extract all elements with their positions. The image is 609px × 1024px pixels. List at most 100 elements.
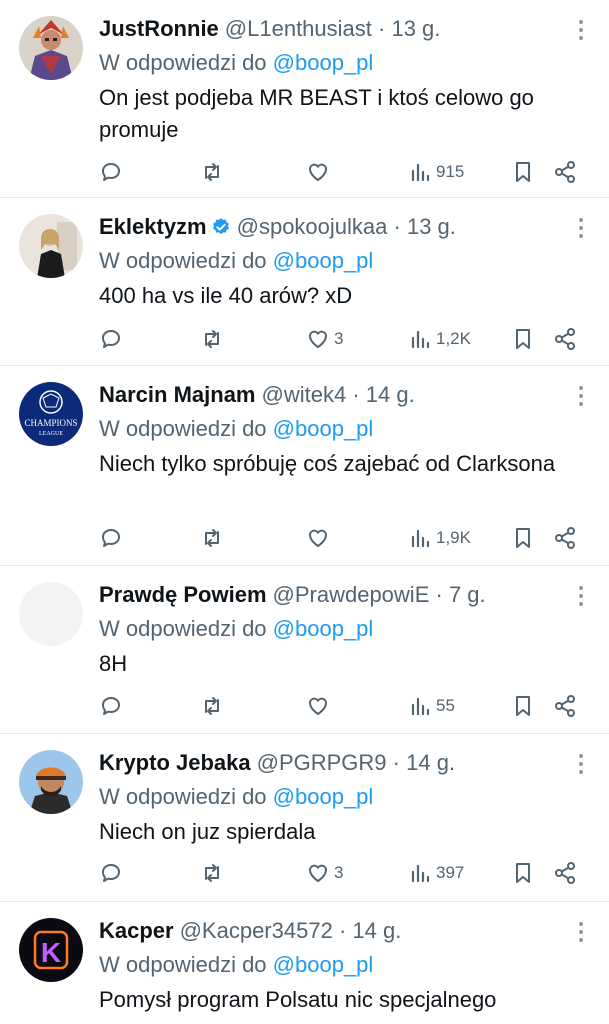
tweet-body: Narcin Majnam @witek4 · 14 g. W odpowiedz… xyxy=(99,378,559,480)
display-name[interactable]: Eklektyzm xyxy=(99,214,207,239)
retweet-button[interactable] xyxy=(200,523,228,553)
mention-link[interactable]: @boop_pl xyxy=(273,248,374,273)
display-name[interactable]: Narcin Majnam xyxy=(99,382,256,407)
bookmark-icon xyxy=(516,528,530,548)
views-chart-icon xyxy=(411,330,430,349)
avatar[interactable] xyxy=(19,16,83,80)
views-button[interactable]: 1,2K xyxy=(408,324,471,354)
user-handle[interactable]: @PrawdepowiE xyxy=(273,582,430,607)
champions-league-logo-avatar-icon: CHAMPIONS LEAGUE xyxy=(19,382,83,446)
timestamp[interactable]: 14 g. xyxy=(406,750,455,775)
mention-link[interactable]: @boop_pl xyxy=(273,784,374,809)
avatar[interactable] xyxy=(19,582,83,646)
tweet-text: 400 ha vs ile 40 arów? xD xyxy=(99,283,353,308)
user-handle[interactable]: @Kacper34572 xyxy=(180,918,333,943)
bookmark-button[interactable] xyxy=(511,858,535,888)
views-button[interactable]: 1,9K xyxy=(408,523,471,553)
display-name[interactable]: Kacper xyxy=(99,918,174,943)
reply-button[interactable] xyxy=(99,858,127,888)
share-button[interactable] xyxy=(553,324,577,354)
view-count: 397 xyxy=(436,863,465,882)
share-button[interactable] xyxy=(553,858,577,888)
avatar-text-league: LEAGUE xyxy=(39,431,63,437)
timestamp[interactable]: 13 g. xyxy=(407,214,456,239)
blank-avatar-icon xyxy=(19,582,83,646)
share-button[interactable] xyxy=(553,523,577,553)
views-button[interactable]: 55 xyxy=(408,691,455,721)
user-handle[interactable]: @PGRPGR9 xyxy=(257,750,387,775)
views-button[interactable]: 397 xyxy=(408,858,464,888)
avatar[interactable] xyxy=(19,750,83,814)
avatar[interactable] xyxy=(19,214,83,278)
share-button[interactable] xyxy=(553,157,577,187)
like-button[interactable] xyxy=(306,157,334,187)
tweet-reply[interactable]: Krypto Jebaka @PGRPGR9 · 14 g. W odpowied… xyxy=(0,734,609,902)
tweet-header: Eklektyzm @spokoojulkaa · 13 g. xyxy=(99,210,559,244)
retweet-button[interactable] xyxy=(200,324,228,354)
more-options-button[interactable] xyxy=(577,586,585,610)
mention-link[interactable]: @boop_pl xyxy=(273,616,374,641)
like-count: 3 xyxy=(334,329,344,348)
heart-icon xyxy=(308,330,328,348)
like-button[interactable] xyxy=(306,523,334,553)
tweet-reply[interactable]: JustRonnie @L1enthusiast · 13 g. W odpowi… xyxy=(0,0,609,198)
like-button[interactable] xyxy=(306,691,334,721)
views-button[interactable]: 915 xyxy=(408,157,464,187)
retweet-icon xyxy=(205,330,219,348)
user-handle[interactable]: @spokoojulkaa xyxy=(237,214,388,239)
bookmark-button[interactable] xyxy=(511,523,535,553)
user-handle[interactable]: @witek4 xyxy=(262,382,347,407)
retweet-icon xyxy=(205,529,219,547)
timestamp[interactable]: 14 g. xyxy=(352,918,401,943)
view-count: 915 xyxy=(436,162,465,181)
tweet-body: Kacper @Kacper34572 · 14 g. W odpowiedzi … xyxy=(99,914,559,1016)
tweet-reply[interactable]: Prawdę Powiem @PrawdepowiE · 7 g. W odpow… xyxy=(0,566,609,734)
timestamp[interactable]: 14 g. xyxy=(366,382,415,407)
display-name[interactable]: JustRonnie xyxy=(99,16,219,41)
more-options-button[interactable] xyxy=(577,20,585,44)
mention-link[interactable]: @boop_pl xyxy=(273,952,374,977)
tweet-text: Niech tylko spróbuję coś zajebać od Clar… xyxy=(99,451,556,476)
like-button[interactable]: 3 xyxy=(306,858,343,888)
timestamp[interactable]: 7 g. xyxy=(449,582,486,607)
like-button[interactable]: 3 xyxy=(306,324,343,354)
tweet-reply[interactable]: CHAMPIONS LEAGUE Narcin Majnam @witek4 · … xyxy=(0,366,609,566)
retweet-button[interactable] xyxy=(200,157,228,187)
more-options-button[interactable] xyxy=(577,218,585,242)
more-options-button[interactable] xyxy=(577,386,585,410)
user-handle[interactable]: @L1enthusiast xyxy=(225,16,372,41)
share-icon xyxy=(555,527,575,549)
avatar[interactable]: CHAMPIONS LEAGUE xyxy=(19,382,83,446)
reply-prefix: W odpowiedzi do xyxy=(99,952,267,977)
reply-feed: JustRonnie @L1enthusiast · 13 g. W odpowi… xyxy=(0,0,609,1024)
display-name[interactable]: Krypto Jebaka xyxy=(99,750,251,775)
mention-link[interactable]: @boop_pl xyxy=(273,50,374,75)
mention-link[interactable]: @boop_pl xyxy=(273,416,374,441)
reply-icon xyxy=(102,163,120,181)
display-name[interactable]: Prawdę Powiem xyxy=(99,582,267,607)
tweet-header: Krypto Jebaka @PGRPGR9 · 14 g. xyxy=(99,746,559,780)
reply-button[interactable] xyxy=(99,691,127,721)
bookmark-button[interactable] xyxy=(511,691,535,721)
tweet-header: Narcin Majnam @witek4 · 14 g. xyxy=(99,378,559,412)
fantasy-warrior-avatar-icon xyxy=(19,16,83,80)
reply-button[interactable] xyxy=(99,324,127,354)
bookmark-button[interactable] xyxy=(511,157,535,187)
share-button[interactable] xyxy=(553,691,577,721)
timestamp[interactable]: 13 g. xyxy=(391,16,440,41)
action-bar: 3 1,2K xyxy=(0,324,609,354)
more-options-button[interactable] xyxy=(577,922,585,946)
retweet-button[interactable] xyxy=(200,691,228,721)
reply-button[interactable] xyxy=(99,157,127,187)
bookmark-button[interactable] xyxy=(511,324,535,354)
tweet-reply[interactable]: Eklektyzm @spokoojulkaa · 13 g. W odpowie… xyxy=(0,198,609,366)
more-options-button[interactable] xyxy=(577,754,585,778)
tweet-reply[interactable]: K Kacper @Kacper34572 · 14 g. W odpowiedz… xyxy=(0,902,609,1024)
separator-dot: · xyxy=(352,382,360,407)
separator-dot: · xyxy=(338,918,347,943)
retweet-button[interactable] xyxy=(200,858,228,888)
avatar[interactable]: K xyxy=(19,918,83,982)
bookmark-icon xyxy=(516,162,530,182)
tweet-body: Krypto Jebaka @PGRPGR9 · 14 g. W odpowied… xyxy=(99,746,559,848)
reply-button[interactable] xyxy=(99,523,127,553)
